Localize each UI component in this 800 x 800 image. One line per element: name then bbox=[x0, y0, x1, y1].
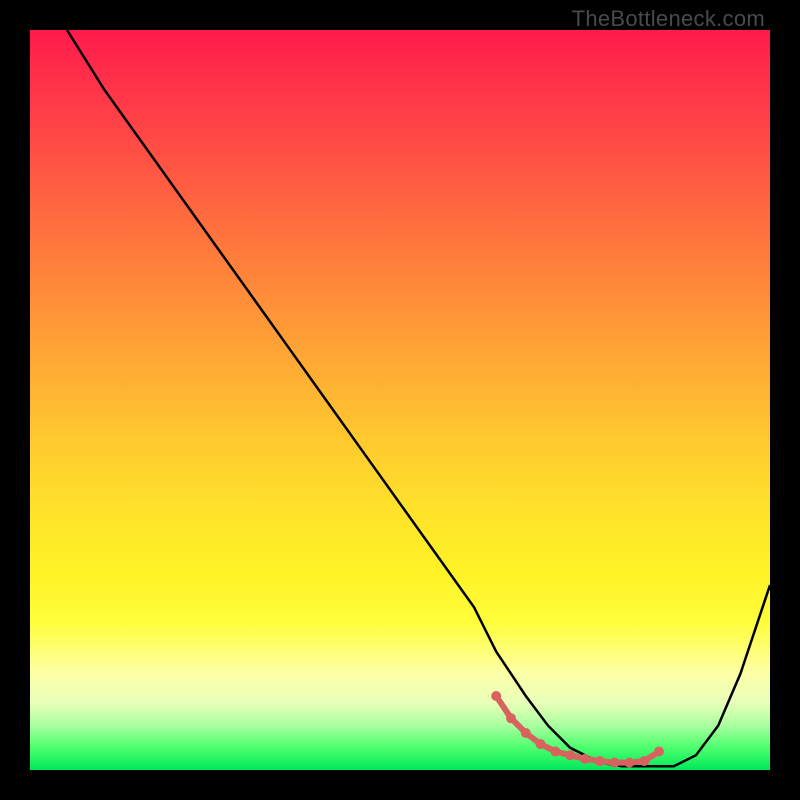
marker-dot bbox=[506, 713, 516, 723]
marker-dot bbox=[595, 756, 605, 766]
chart-container: TheBottleneck.com bbox=[0, 0, 800, 800]
marker-dot bbox=[580, 754, 590, 764]
marker-dot bbox=[491, 691, 501, 701]
curve-layer bbox=[30, 30, 770, 770]
marker-dot bbox=[521, 728, 531, 738]
marker-dot bbox=[610, 758, 620, 768]
marker-dot bbox=[624, 758, 634, 768]
marker-dot bbox=[565, 750, 575, 760]
marker-dot bbox=[536, 739, 546, 749]
marker-dot bbox=[639, 756, 649, 766]
marker-line bbox=[496, 696, 659, 763]
bottleneck-curve bbox=[67, 30, 770, 766]
marker-dot bbox=[654, 747, 664, 757]
highlight-markers bbox=[491, 691, 664, 768]
marker-dot bbox=[550, 747, 560, 757]
watermark-text: TheBottleneck.com bbox=[572, 6, 765, 32]
plot-area bbox=[30, 30, 770, 770]
